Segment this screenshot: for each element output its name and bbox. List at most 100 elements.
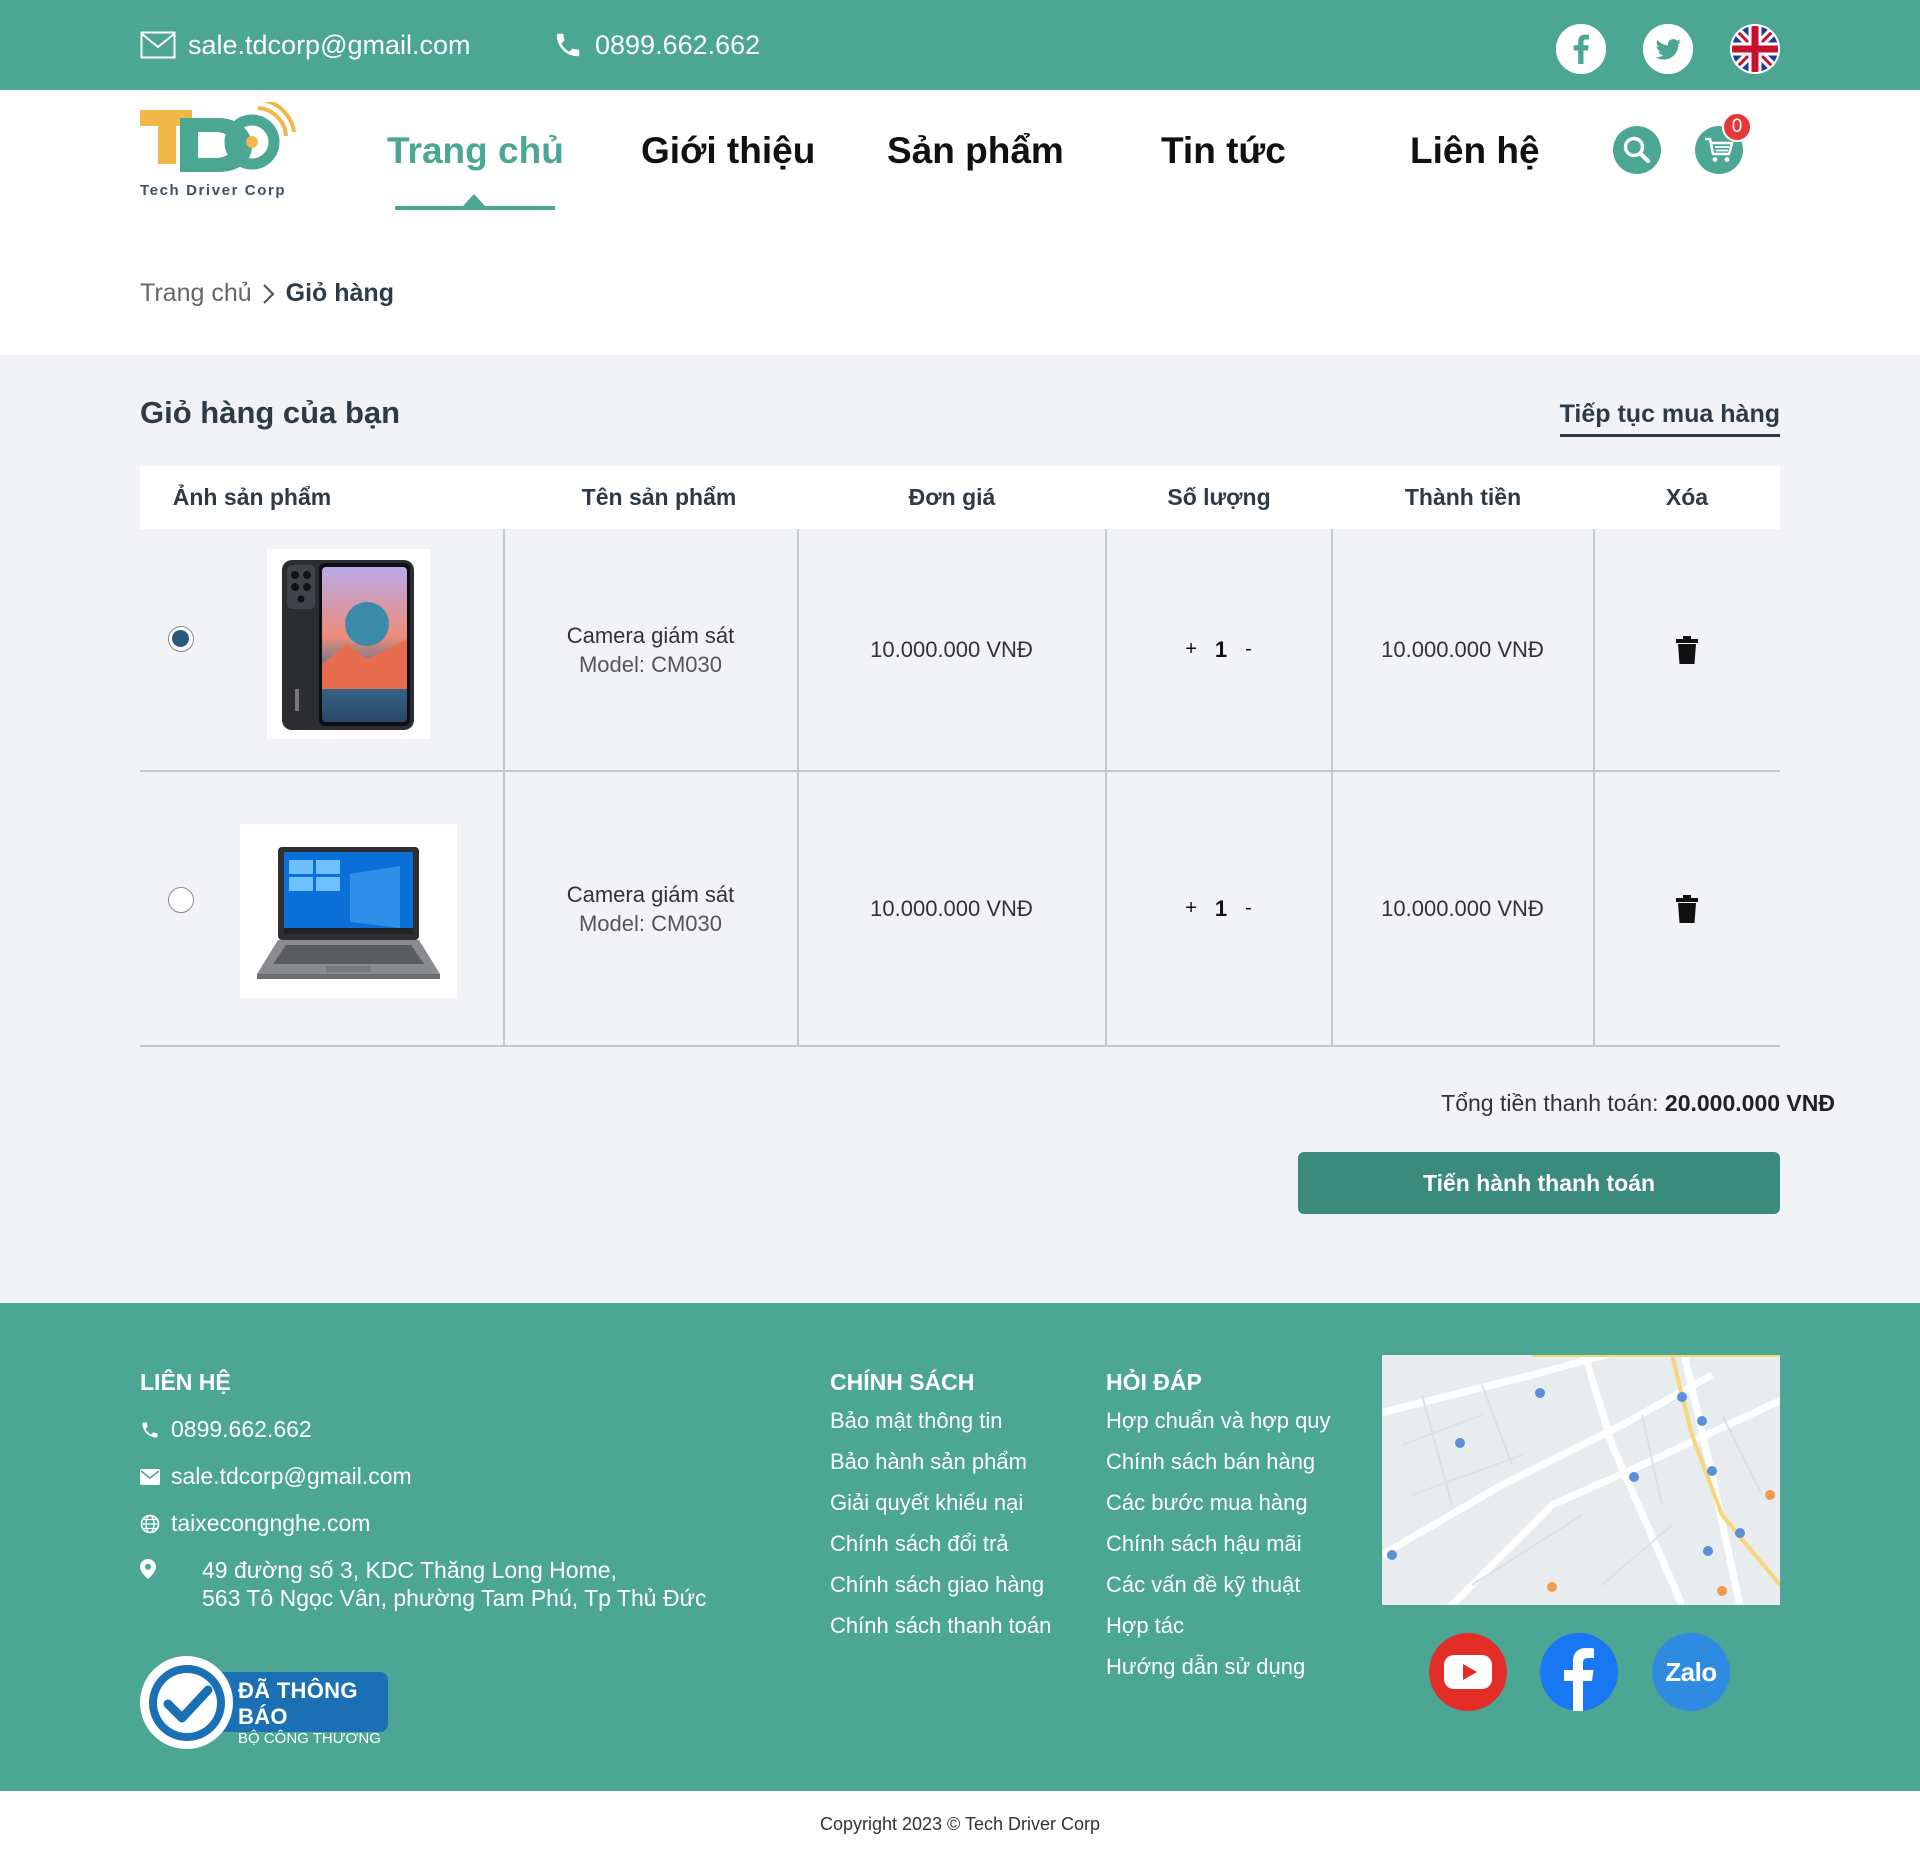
search-button[interactable] [1613,126,1661,174]
topbar-email-text: sale.tdcorp@gmail.com [188,29,471,60]
mail-icon [140,31,176,59]
cart-table-header: Ảnh sản phẩm Tên sản phẩm Đơn giá Số lượ… [140,466,1780,529]
product-name-cell: Camera giám sát Model: CM030 [504,772,797,1045]
facebook-icon[interactable] [1556,24,1606,74]
cart-section: Giỏ hàng của bạn Tiếp tục mua hàng Ảnh s… [0,355,1920,1303]
footer-faq-link[interactable]: Hướng dẫn sử dụng [1106,1654,1305,1680]
footer-website-text: taixecongnghe.com [171,1510,371,1536]
product-model: Model: CM030 [578,651,723,677]
cart-row: Camera giám sát Model: CM030 10.000.000 … [140,529,1780,772]
footer-address-line2: 563 Tô Ngọc Vân, phường Tam Phú, Tp Thủ … [202,1585,707,1611]
select-item-radio[interactable] [168,626,194,652]
chevron-right-icon [262,283,276,305]
cart-title: Giỏ hàng của bạn [140,395,401,430]
product-image [267,549,430,739]
nav-news[interactable]: Tin tức [1161,130,1286,172]
total-value: 20.000.000 VNĐ [1664,1090,1835,1116]
topbar-phone-text: 0899.662.662 [595,29,761,60]
trash-icon[interactable] [1676,635,1698,664]
topbar-email[interactable]: sale.tdcorp@gmail.com [140,0,471,90]
copyright: Copyright 2023 © Tech Driver Corp [0,1791,1920,1858]
quantity-value: 1 [1214,895,1228,921]
footer-faq-link[interactable]: Chính sách bán hàng [1106,1449,1315,1475]
phone-icon [142,1422,158,1437]
footer-phone-text: 0899.662.662 [171,1416,312,1442]
footer-policy-link[interactable]: Chính sách thanh toán [830,1613,1051,1639]
product-image [240,824,457,998]
badge-line2: BỘ CÔNG THƯƠNG [238,1730,381,1747]
phone-icon [556,33,580,57]
nav-contact[interactable]: Liên hệ [1410,130,1540,172]
globe-icon [140,1514,160,1533]
quantity-cell: + 1 - [1106,529,1331,770]
footer-faq-link[interactable]: Hợp chuẩn và hợp quy [1106,1408,1331,1434]
checkout-button[interactable]: Tiến hành thanh toán [1298,1152,1780,1214]
continue-shopping-link[interactable]: Tiếp tục mua hàng [1559,400,1780,437]
quantity-stepper: + 1 - [1185,637,1252,663]
search-icon [1623,136,1651,164]
nav-home[interactable]: Trang chủ [387,130,564,172]
footer-policy-link[interactable]: Chính sách giao hàng [830,1572,1044,1598]
column-header: Số lượng [1167,484,1271,510]
quantity-increase-button[interactable]: + [1185,897,1197,920]
zalo-text: Zalo [1665,1656,1717,1687]
footer-contact-heading: LIÊN HỆ [140,1369,231,1395]
twitter-icon[interactable] [1643,24,1693,74]
youtube-icon[interactable] [1429,1633,1507,1711]
quantity-stepper: + 1 - [1185,896,1252,922]
footer-address: 49 đường số 3, KDC Thăng Long Home, 563 … [140,1556,706,1612]
footer-policy-heading: CHÍNH SÁCH [830,1369,975,1395]
footer-faq-heading: HỎI ĐÁP [1106,1369,1202,1395]
topbar-phone[interactable]: 0899.662.662 [553,0,760,90]
badge-seal [140,1656,233,1749]
top-bar: sale.tdcorp@gmail.com 0899.662.662 [0,0,1920,90]
total-label: Tổng tiền thanh toán: [1441,1090,1659,1116]
trash-icon[interactable] [1676,894,1698,923]
nav-active-caret [463,194,485,206]
cart-total: Tổng tiền thanh toán: 20.000.000 VNĐ [1441,1090,1835,1117]
subtotal: 10.000.000 VNĐ [1381,895,1544,921]
footer-faq-link[interactable]: Các bước mua hàng [1106,1490,1308,1516]
column-header: Tên sản phẩm [581,484,737,510]
cart-table: Ảnh sản phẩm Tên sản phẩm Đơn giá Số lượ… [140,466,1780,1047]
cart-row: Camera giám sát Model: CM030 10.000.000 … [140,772,1780,1047]
footer-email[interactable]: sale.tdcorp@gmail.com [140,1463,412,1490]
quantity-decrease-button[interactable]: - [1245,897,1252,920]
breadcrumb-home[interactable]: Trang chủ [140,279,252,308]
column-header: Đơn giá [908,484,996,510]
footer-policy-link[interactable]: Chính sách đổi trả [830,1531,1009,1557]
nav-active-underline [395,206,555,210]
footer-policy-link[interactable]: Bảo mật thông tin [830,1408,1002,1434]
badge-line1: ĐÃ THÔNG BÁO [238,1678,358,1729]
ministry-badge[interactable]: ĐÃ THÔNG BÁO BỘ CÔNG THƯƠNG [140,1656,388,1749]
mail-icon [140,1468,160,1485]
unit-price: 10.000.000 VNĐ [870,636,1033,662]
zalo-icon[interactable]: Zalo [1652,1633,1730,1711]
footer-website[interactable]: taixecongnghe.com [140,1510,370,1537]
location-map[interactable] [1382,1355,1780,1605]
quantity-decrease-button[interactable]: - [1245,638,1252,661]
footer-email-text: sale.tdcorp@gmail.com [171,1463,412,1489]
select-item-radio[interactable] [168,887,194,913]
delete-cell [1594,529,1780,770]
quantity-increase-button[interactable]: + [1185,638,1197,661]
breadcrumb-current: Giỏ hàng [285,279,394,307]
subtotal: 10.000.000 VNĐ [1381,636,1544,662]
footer-faq-link[interactable]: Hợp tác [1106,1613,1184,1639]
delete-cell [1594,772,1780,1045]
footer-faq-link[interactable]: Chính sách hậu mãi [1106,1531,1302,1557]
footer-phone[interactable]: 0899.662.662 [140,1416,312,1443]
cart-count-badge: 0 [1722,112,1752,142]
nav-about[interactable]: Giới thiệu [641,130,815,172]
footer-policy-link[interactable]: Bảo hành sản phẩm [830,1449,1027,1475]
site-footer: LIÊN HỆ 0899.662.662 sale.tdcorp@gmail.c… [0,1303,1920,1791]
logo-text: Tech Driver Corp [140,182,287,199]
product-name-cell: Camera giám sát Model: CM030 [504,529,797,770]
facebook-icon[interactable] [1540,1633,1618,1711]
nav-products[interactable]: Sản phẩm [887,130,1064,172]
footer-policy-link[interactable]: Giải quyết khiếu nại [830,1490,1023,1516]
quantity-cell: + 1 - [1106,772,1331,1045]
uk-flag-icon[interactable] [1730,24,1780,74]
footer-faq-link[interactable]: Các vấn đề kỹ thuật [1106,1572,1300,1598]
breadcrumb: Trang chủ Giỏ hàng [140,279,394,308]
